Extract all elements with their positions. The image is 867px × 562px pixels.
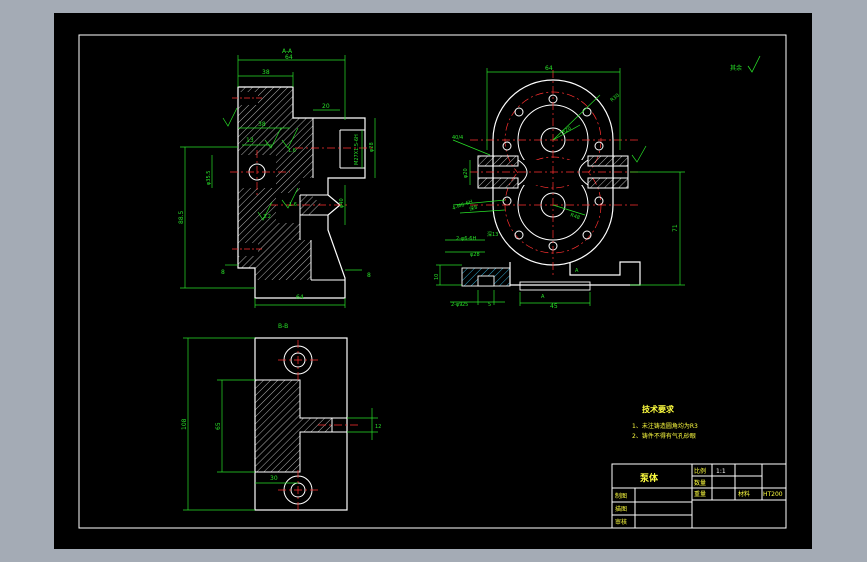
dim-bot-5: 5 <box>488 302 491 308</box>
front-view: 64 R30 R20 R48 40/4 4-M6-6H 深8 2-φ6-6H 深… <box>434 65 685 310</box>
dim-hole-depth: 38 <box>258 121 266 128</box>
dim-groove: 20 <box>322 103 330 110</box>
cad-screenshot: A-A 64 38 38 20 13 φ35.5 M27X1.5-6H φ28 … <box>0 0 867 562</box>
quantity-label: 数量 <box>694 479 706 487</box>
dim-65: 65 <box>215 422 222 430</box>
dim-front-64: 64 <box>545 65 553 72</box>
dim-height-88: 88.5 <box>178 210 185 224</box>
dim-bottom-8: 8 <box>221 269 225 276</box>
section-b-b-title: B-B <box>278 323 288 330</box>
dim-tapped: 2-φ6-6H <box>456 236 476 242</box>
material-label: 材料 <box>738 490 750 498</box>
dim-top-overall: 64 <box>285 54 293 61</box>
section-marker-a: A <box>575 268 579 274</box>
dim-left-13: 13 <box>246 137 254 144</box>
note-item-1: 1、未注铸造圆角均为R3 <box>632 422 698 430</box>
dim-right-8: 8 <box>367 272 371 279</box>
title-block: 泵体 比例 1:1 数量 重量 材料 HT200 制图 描图 审核 <box>611 463 787 529</box>
dim-12: 12 <box>375 424 381 430</box>
dim-depth-13: 深13 <box>487 231 498 238</box>
material-value: HT200 <box>763 491 783 498</box>
dim-dia-40: φ40 <box>339 198 345 208</box>
roughness-2: 3.2 <box>263 214 271 220</box>
dim-dia-35: φ35.5 <box>206 171 212 185</box>
part-name: 泵体 <box>640 472 659 484</box>
dim-thread: M27X1.5-6H <box>354 134 360 165</box>
drawn-label: 制图 <box>615 492 627 500</box>
roughness-3: 1.6 <box>289 202 297 208</box>
dim-r20: R30 <box>609 93 620 104</box>
dim-45: 45 <box>550 303 558 310</box>
dim-bolt: 2-φ9 <box>451 302 462 308</box>
section-marker-a-lower: A <box>541 294 545 300</box>
drawing-svg: A-A 64 38 38 20 13 φ35.5 M27X1.5-6H φ28 … <box>78 34 787 529</box>
technical-requirements: 技术要求 1、未注铸造圆角均为R3 2、铸件不得有气孔砂眼 <box>632 404 698 440</box>
dim-71: 71 <box>672 224 679 232</box>
scale-value: 1:1 <box>716 468 726 475</box>
dim-front-phi28: φ28 <box>470 252 480 258</box>
dim-dia-28: φ28 <box>369 142 375 152</box>
dim-108: 108 <box>181 418 188 430</box>
weight-label: 重量 <box>694 490 706 498</box>
notes-title: 技术要求 <box>642 404 675 414</box>
reviewed-label: 审核 <box>615 518 627 526</box>
dim-front-phi20: φ20 <box>463 168 469 178</box>
dim-10: 10 <box>434 274 440 280</box>
roughness-1: 1.6 <box>288 148 296 154</box>
note-item-2: 2、铸件不得有气孔砂眼 <box>632 432 696 440</box>
dim-bottom-64: 64 <box>296 294 304 301</box>
dim-chamfer: 40/4 <box>452 135 463 141</box>
dim-r30: R20 <box>561 126 573 136</box>
dim-bot-25: 25 <box>462 302 468 308</box>
checked-label: 描图 <box>615 505 627 513</box>
scale-label: 比例 <box>694 467 706 475</box>
roughness-note-text: 其余 <box>730 64 742 72</box>
section-b-b-view: B-B 108 65 12 30 <box>181 323 381 511</box>
roughness-note: 其余 <box>730 55 761 73</box>
section-a-a-view: A-A 64 38 38 20 13 φ35.5 M27X1.5-6H φ28 … <box>178 48 376 308</box>
dim-top-part: 38 <box>262 69 270 76</box>
drawing-canvas[interactable]: A-A 64 38 38 20 13 φ35.5 M27X1.5-6H φ28 … <box>54 13 812 549</box>
dim-30: 30 <box>270 475 278 482</box>
dim-r48: R48 <box>569 212 580 221</box>
